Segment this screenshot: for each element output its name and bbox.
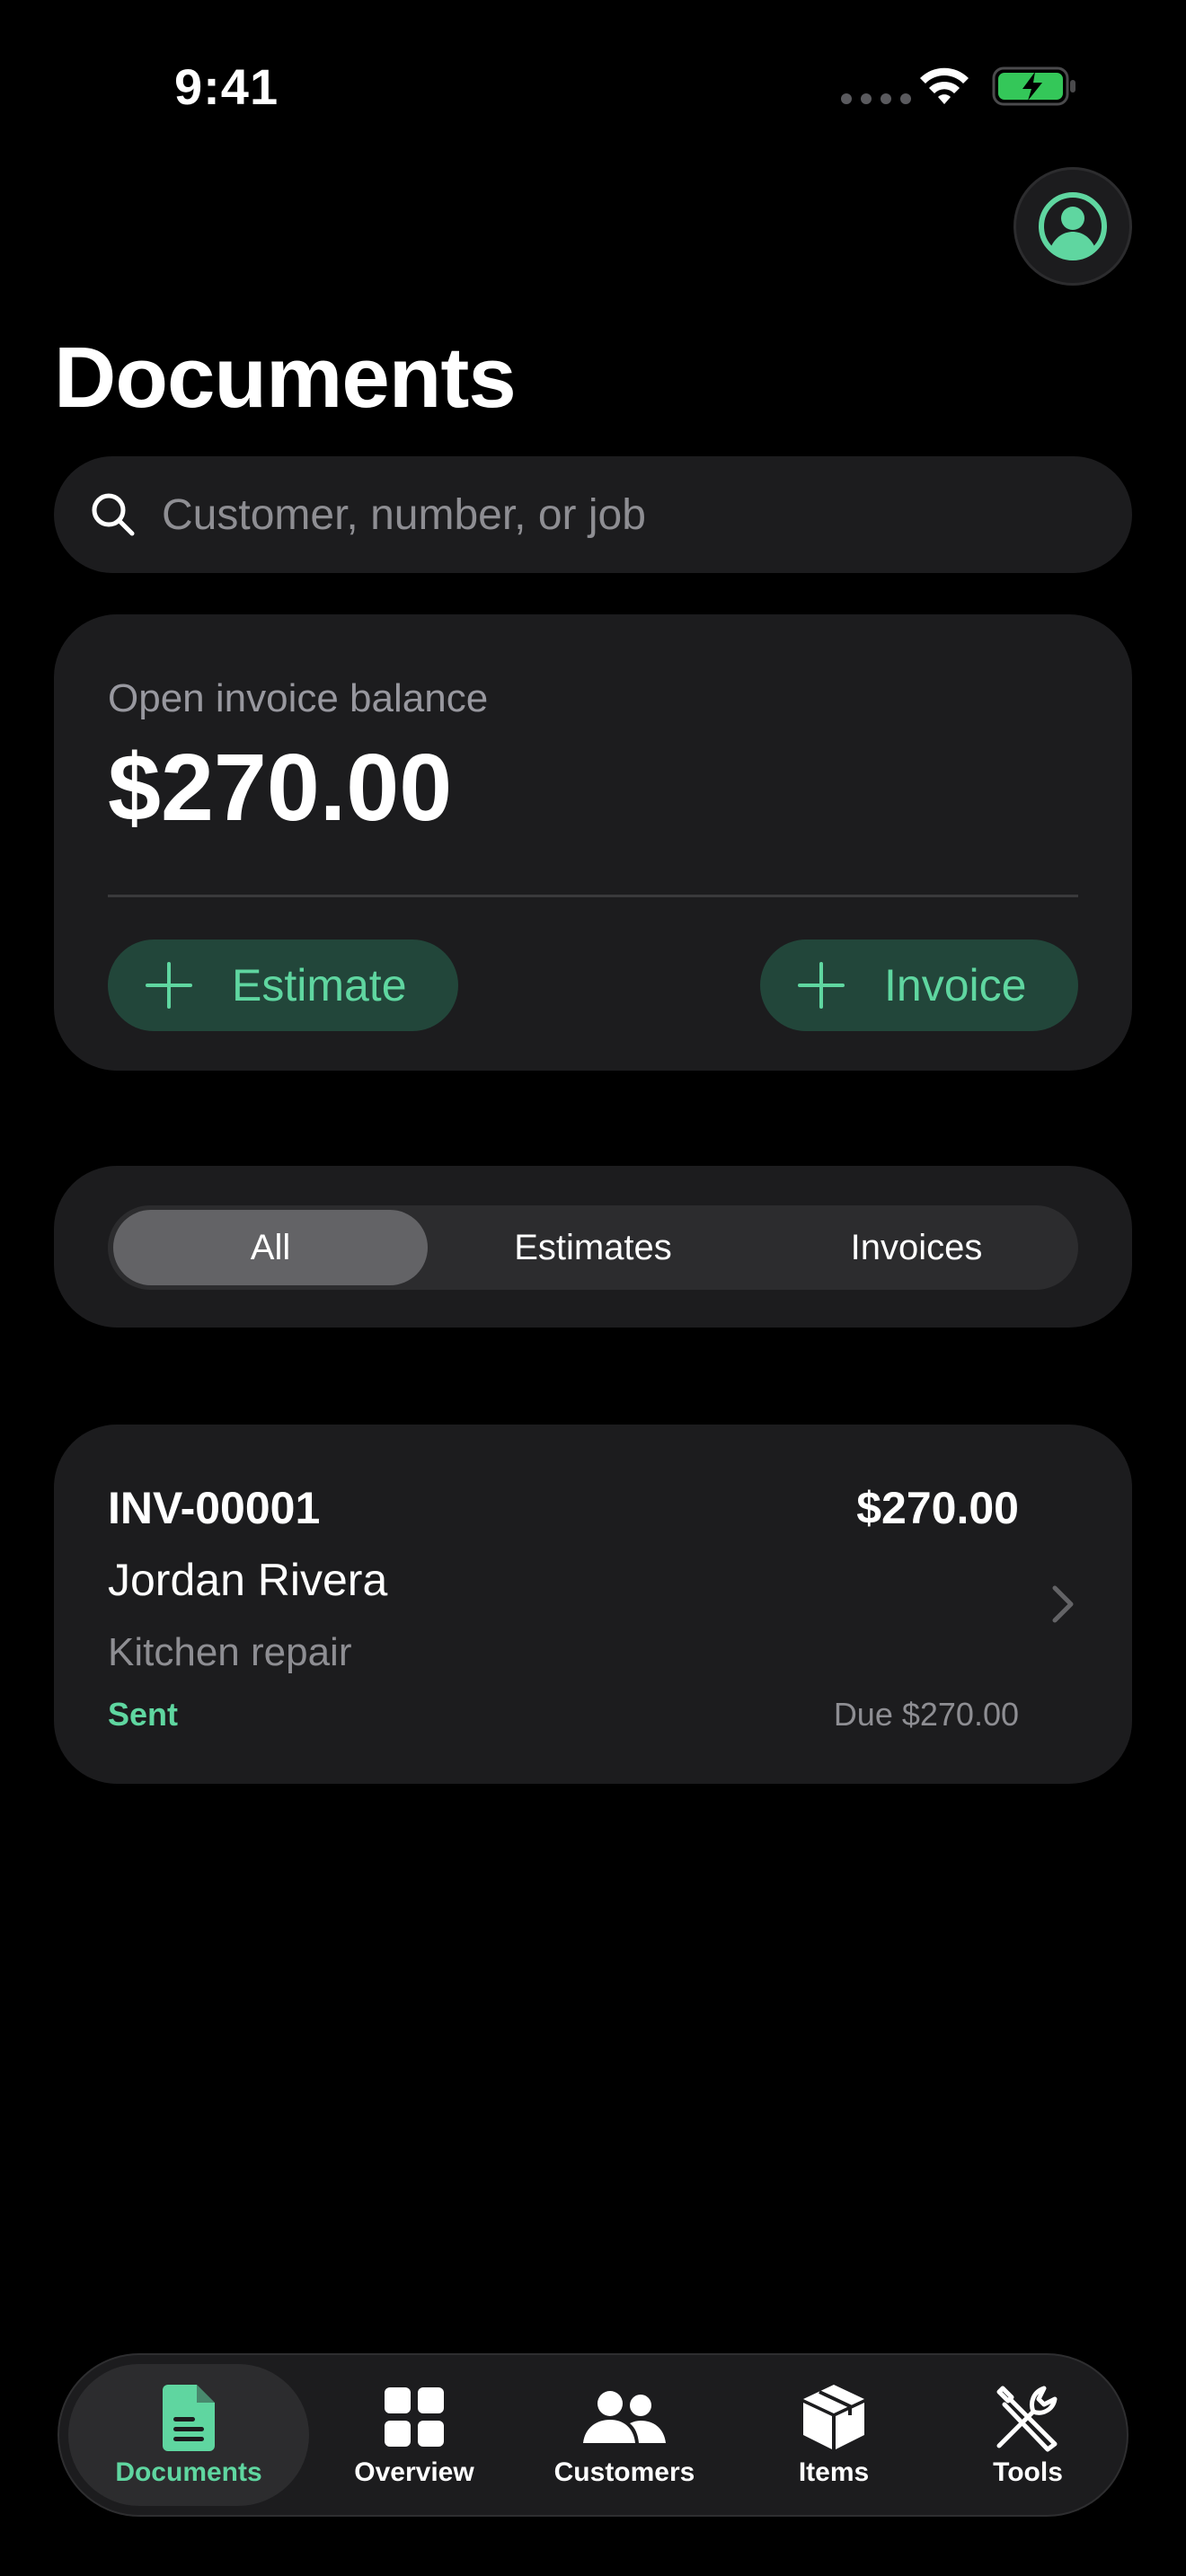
tab-label: Documents (115, 2457, 262, 2487)
tab-label: Items (798, 2457, 870, 2487)
profile-button[interactable] (1013, 167, 1132, 286)
cellular-signal-icon (841, 93, 911, 104)
document-due: Due $270.00 (833, 1696, 1019, 1733)
tools-icon (992, 2380, 1064, 2454)
box-icon (801, 2380, 866, 2454)
plus-icon (796, 960, 846, 1010)
segmented-control: All Estimates Invoices (108, 1205, 1078, 1290)
filter-card: All Estimates Invoices (54, 1166, 1132, 1328)
tab-documents[interactable]: Documents (68, 2364, 309, 2506)
segment-all[interactable]: All (113, 1210, 428, 1285)
person-circle-icon (1039, 192, 1107, 260)
segment-estimates[interactable]: Estimates (436, 1210, 750, 1285)
status-badge: Sent (108, 1696, 179, 1733)
tab-items[interactable]: Items (742, 2364, 925, 2506)
tab-label: Customers (553, 2457, 695, 2487)
battery-charging-icon (992, 66, 1075, 106)
search-input[interactable] (160, 489, 1062, 541)
document-job: Kitchen repair (108, 1630, 352, 1674)
people-icon (581, 2380, 668, 2454)
divider (108, 895, 1078, 897)
page-title: Documents (54, 330, 517, 426)
wifi-icon (920, 67, 969, 104)
search-icon (92, 493, 135, 536)
tab-label: Tools (993, 2457, 1063, 2487)
new-estimate-button[interactable]: Estimate (108, 940, 458, 1031)
document-amount: $270.00 (856, 1483, 1019, 1533)
segment-invoices[interactable]: Invoices (759, 1210, 1074, 1285)
tab-customers[interactable]: Customers (518, 2364, 731, 2506)
new-invoice-button[interactable]: Invoice (760, 940, 1078, 1031)
status-time: 9:41 (174, 58, 279, 115)
grid-icon (385, 2380, 444, 2454)
document-icon (161, 2380, 217, 2454)
tab-bar: Documents Overview Customers Items Tools (58, 2353, 1128, 2517)
balance-card: Open invoice balance $270.00 Estimate In… (54, 614, 1132, 1071)
tab-tools[interactable]: Tools (936, 2364, 1120, 2506)
search-bar[interactable] (54, 456, 1132, 573)
document-row[interactable]: INV-00001 $270.00 Jordan Rivera Kitchen … (54, 1425, 1132, 1784)
tab-label: Overview (354, 2457, 474, 2487)
document-customer: Jordan Rivera (108, 1555, 388, 1605)
document-number: INV-00001 (108, 1483, 321, 1533)
chevron-right-icon (1052, 1585, 1074, 1623)
tab-overview[interactable]: Overview (320, 2364, 509, 2506)
balance-amount: $270.00 (108, 735, 453, 841)
new-estimate-label: Estimate (232, 960, 407, 1010)
balance-label: Open invoice balance (108, 676, 489, 720)
new-invoice-label: Invoice (884, 960, 1027, 1010)
plus-icon (144, 960, 194, 1010)
